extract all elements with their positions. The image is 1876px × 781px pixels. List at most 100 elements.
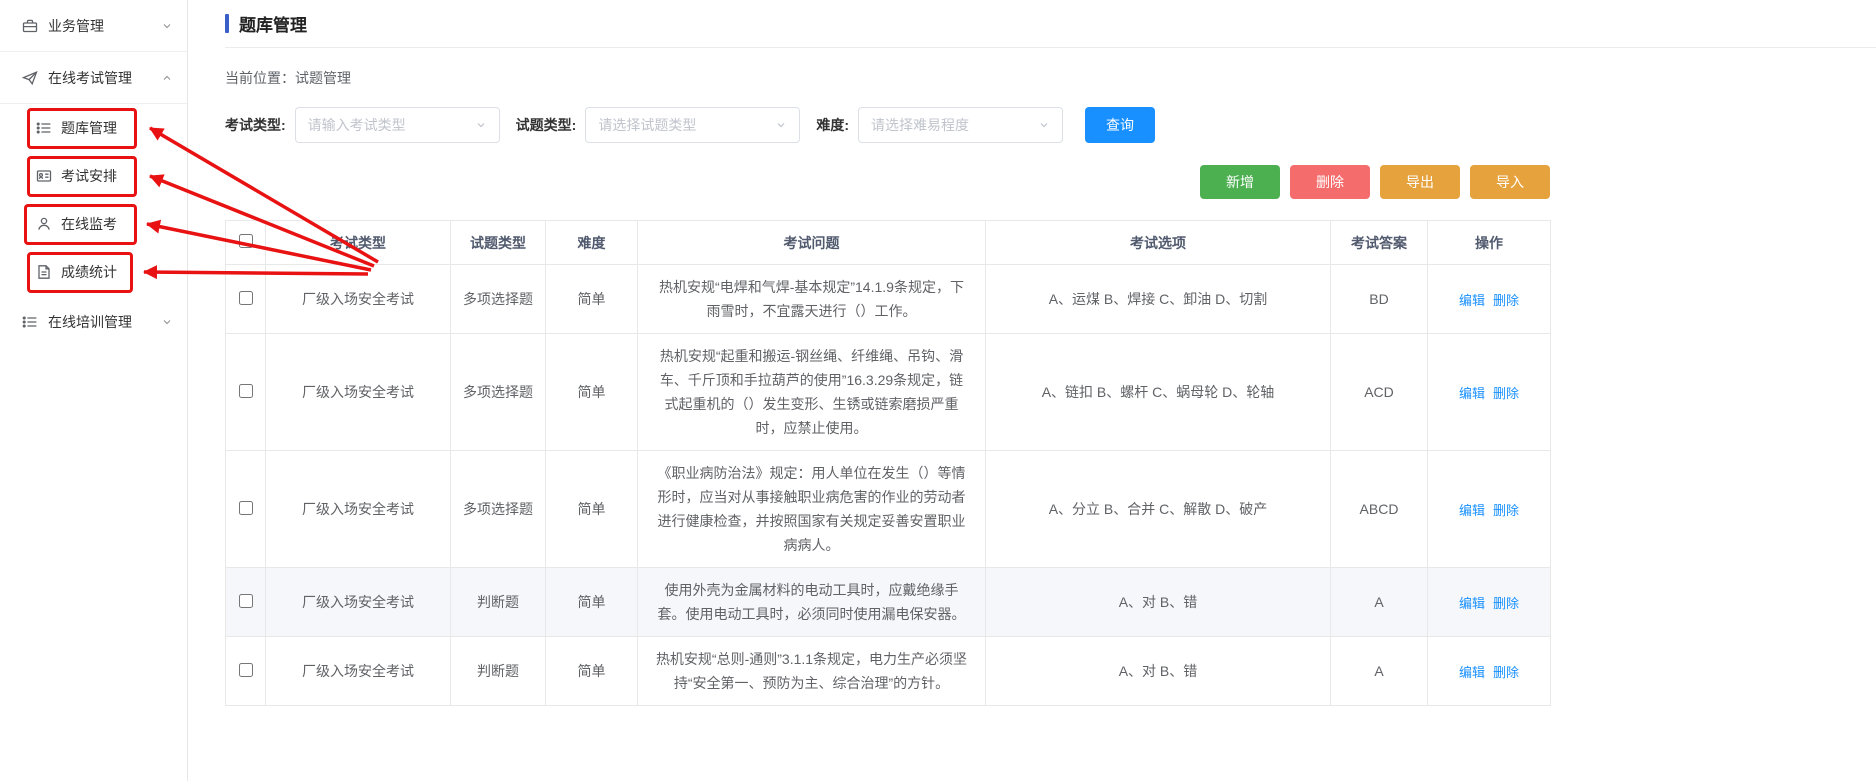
delete-link[interactable]: 删除	[1493, 596, 1519, 611]
sidebar-item-question-bank[interactable]: 题库管理	[0, 104, 187, 152]
cell-answer: ABCD	[1331, 451, 1428, 568]
sidebar-item-label: 在线考试管理	[48, 68, 132, 88]
sidebar-item-business-management[interactable]: 业务管理	[0, 0, 187, 52]
sidebar-item-label: 题库管理	[61, 118, 117, 138]
chevron-down-icon	[161, 316, 173, 328]
sidebar-item-label: 考试安排	[61, 166, 117, 186]
cell-question: 热机安规“电焊和气焊-基本规定”14.1.9条规定，下雨雪时，不宜露天进行（）工…	[638, 265, 986, 334]
cell-exam-type: 厂级入场安全考试	[266, 568, 451, 637]
sidebar-item-label: 成绩统计	[61, 262, 117, 282]
edit-link[interactable]: 编辑	[1459, 596, 1485, 611]
delete-button[interactable]: 删除	[1290, 165, 1370, 199]
question-table: 考试类型 试题类型 难度 考试问题 考试选项 考试答案 操作 厂级入场安全考试 …	[225, 220, 1550, 706]
sidebar-item-score-statistics[interactable]: 成绩统计	[0, 248, 187, 296]
edit-link[interactable]: 编辑	[1459, 665, 1485, 680]
sidebar-item-online-training-management[interactable]: 在线培训管理	[0, 296, 187, 348]
sidebar-item-exam-schedule[interactable]: 考试安排	[0, 152, 187, 200]
page-title: 题库管理	[239, 11, 307, 36]
main-content: 题库管理 当前位置：试题管理 考试类型: 请输入考试类型 试题类型: 请选择试题…	[188, 0, 1876, 781]
row-checkbox[interactable]	[239, 663, 253, 677]
action-bar: 新增 删除 导出 导入	[225, 165, 1550, 199]
table-row: 厂级入场安全考试 判断题 简单 热机安规“总则-通则”3.1.1条规定，电力生产…	[226, 637, 1551, 706]
breadcrumb-current: 试题管理	[295, 70, 351, 86]
search-button[interactable]: 查询	[1085, 107, 1155, 143]
cell-answer: BD	[1331, 265, 1428, 334]
cell-question-type: 多项选择题	[451, 265, 546, 334]
select-all-cell	[226, 221, 266, 265]
app-window: 业务管理 在线考试管理	[0, 0, 1876, 781]
cell-difficulty: 简单	[546, 568, 638, 637]
cell-question-type: 多项选择题	[451, 334, 546, 451]
cell-exam-type: 厂级入场安全考试	[266, 637, 451, 706]
cell-options: A、对 B、错	[986, 568, 1331, 637]
cell-options: A、对 B、错	[986, 637, 1331, 706]
difficulty-placeholder: 请选择难易程度	[871, 115, 969, 135]
difficulty-label: 难度:	[816, 115, 849, 135]
question-type-placeholder: 请选择试题类型	[598, 115, 696, 135]
sidebar-item-online-proctoring[interactable]: 在线监考	[0, 200, 187, 248]
cell-answer: ACD	[1331, 334, 1428, 451]
chevron-up-icon	[161, 72, 173, 84]
id-card-icon	[36, 168, 52, 184]
chevron-down-icon	[775, 119, 787, 131]
cell-operations: 编辑删除	[1428, 334, 1551, 451]
edit-link[interactable]: 编辑	[1459, 386, 1485, 401]
cell-difficulty: 简单	[546, 637, 638, 706]
chevron-down-icon	[475, 119, 487, 131]
cell-difficulty: 简单	[546, 451, 638, 568]
difficulty-select[interactable]: 请选择难易程度	[858, 107, 1063, 143]
column-header-options: 考试选项	[986, 221, 1331, 265]
cell-exam-type: 厂级入场安全考试	[266, 265, 451, 334]
document-icon	[36, 264, 52, 280]
cell-operations: 编辑删除	[1428, 568, 1551, 637]
table-header-row: 考试类型 试题类型 难度 考试问题 考试选项 考试答案 操作	[226, 221, 1551, 265]
sidebar-item-label: 在线培训管理	[48, 312, 132, 332]
question-type-select[interactable]: 请选择试题类型	[585, 107, 800, 143]
select-all-checkbox[interactable]	[239, 234, 253, 248]
cell-exam-type: 厂级入场安全考试	[266, 334, 451, 451]
delete-link[interactable]: 删除	[1493, 386, 1519, 401]
cell-question-type: 判断题	[451, 637, 546, 706]
column-header-operations: 操作	[1428, 221, 1551, 265]
cell-answer: A	[1331, 568, 1428, 637]
row-checkbox[interactable]	[239, 594, 253, 608]
column-header-answer: 考试答案	[1331, 221, 1428, 265]
sidebar: 业务管理 在线考试管理	[0, 0, 188, 781]
cell-options: A、运煤 B、焊接 C、卸油 D、切割	[986, 265, 1331, 334]
cell-question-type: 多项选择题	[451, 451, 546, 568]
edit-link[interactable]: 编辑	[1459, 503, 1485, 518]
cell-question: 热机安规“总则-通则”3.1.1条规定，电力生产必须坚持“安全第一、预防为主、综…	[638, 637, 986, 706]
sidebar-item-online-exam-management[interactable]: 在线考试管理	[0, 52, 187, 104]
delete-link[interactable]: 删除	[1493, 665, 1519, 680]
list-icon	[36, 120, 52, 136]
cell-operations: 编辑删除	[1428, 637, 1551, 706]
cell-difficulty: 简单	[546, 265, 638, 334]
import-button[interactable]: 导入	[1470, 165, 1550, 199]
paper-plane-icon	[22, 70, 38, 86]
exam-type-label: 考试类型:	[225, 115, 286, 135]
exam-type-select[interactable]: 请输入考试类型	[295, 107, 500, 143]
sidebar-submenu: 题库管理 考试安排 在线监考	[0, 104, 187, 296]
edit-link[interactable]: 编辑	[1459, 293, 1485, 308]
cell-difficulty: 简单	[546, 334, 638, 451]
row-checkbox[interactable]	[239, 384, 253, 398]
table-row: 厂级入场安全考试 多项选择题 简单 《职业病防治法》规定：用人单位在发生（）等情…	[226, 451, 1551, 568]
delete-link[interactable]: 删除	[1493, 293, 1519, 308]
table-row: 厂级入场安全考试 判断题 简单 使用外壳为金属材料的电动工具时，应戴绝缘手套。使…	[226, 568, 1551, 637]
row-checkbox[interactable]	[239, 501, 253, 515]
user-icon	[36, 216, 52, 232]
cell-question: 热机安规“起重和搬运-钢丝绳、纤维绳、吊钩、滑车、千斤顶和手拉葫芦的使用”16.…	[638, 334, 986, 451]
chevron-down-icon	[1038, 119, 1050, 131]
page-header: 题库管理	[225, 0, 1876, 48]
chevron-down-icon	[161, 20, 173, 32]
exam-type-placeholder: 请输入考试类型	[308, 115, 406, 135]
add-button[interactable]: 新增	[1200, 165, 1280, 199]
column-header-question-type: 试题类型	[451, 221, 546, 265]
delete-link[interactable]: 删除	[1493, 503, 1519, 518]
column-header-exam-type: 考试类型	[266, 221, 451, 265]
cell-exam-type: 厂级入场安全考试	[266, 451, 451, 568]
row-checkbox[interactable]	[239, 291, 253, 305]
breadcrumb: 当前位置：试题管理	[225, 68, 1876, 88]
export-button[interactable]: 导出	[1380, 165, 1460, 199]
breadcrumb-label: 当前位置：	[225, 70, 295, 86]
